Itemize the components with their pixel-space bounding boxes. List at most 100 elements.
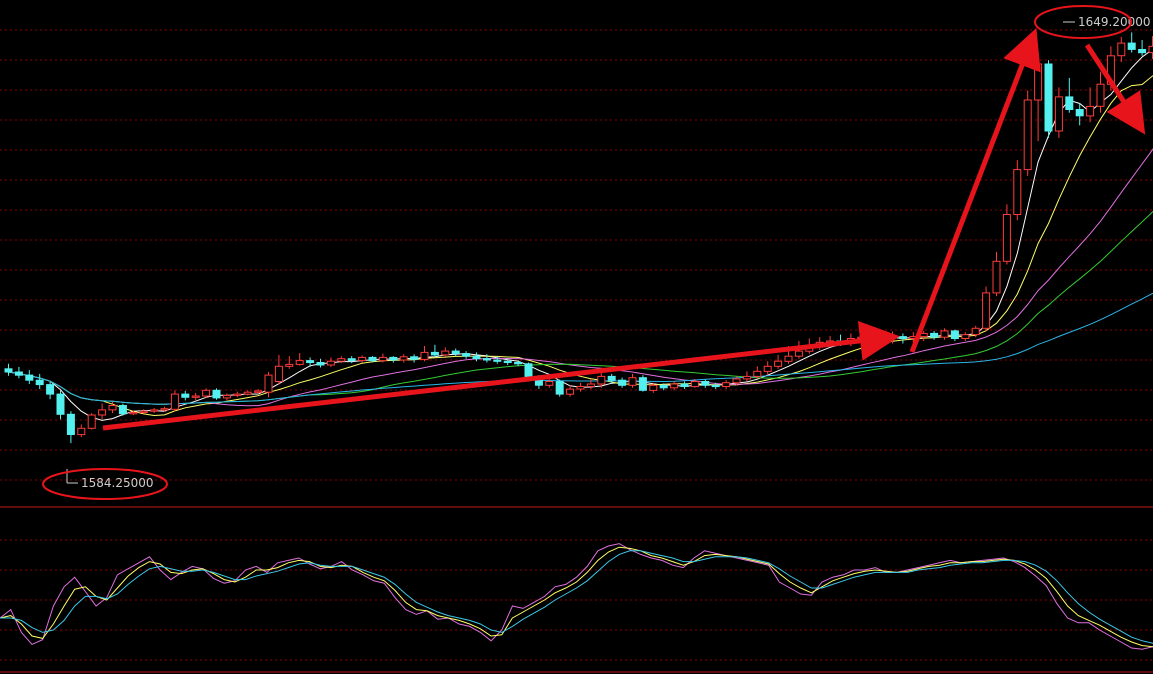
candle-body-up <box>337 358 346 362</box>
candle-body-down <box>701 381 710 386</box>
candle-body-down <box>46 384 55 395</box>
candle-body-up <box>576 386 585 390</box>
candle-body-down <box>493 359 502 362</box>
candle-body-up <box>753 370 762 377</box>
candle-body-up <box>597 375 606 385</box>
candle-body-up <box>139 410 148 414</box>
candle-body-down <box>659 384 668 389</box>
candle-body-down <box>607 375 616 381</box>
high-price-label: 1649.20000 <box>1078 15 1151 29</box>
candle-body-up <box>170 393 179 410</box>
candle <box>87 413 96 430</box>
candle-body-down <box>35 379 44 386</box>
candle-body-down <box>410 356 419 360</box>
candle-body-down <box>555 381 564 395</box>
candle-body-up <box>264 374 273 393</box>
candle-body-up <box>774 360 783 367</box>
candle-body-down <box>680 383 689 387</box>
candle-body-up <box>243 391 252 395</box>
candle-body-up <box>742 375 751 380</box>
candle-body-up <box>732 378 741 384</box>
candle-body-up <box>108 405 117 411</box>
candle-body-up <box>961 334 970 340</box>
candle-body-up <box>326 360 335 366</box>
candle-body-up <box>191 395 200 398</box>
candle <box>1044 60 1053 138</box>
candle-body-down <box>1065 96 1074 111</box>
candle-body-up <box>982 292 991 329</box>
candle-body-down <box>25 374 34 381</box>
candle-body-up <box>1002 214 1011 262</box>
candle-body-up <box>274 365 283 382</box>
low-price-label: 1584.25000 <box>81 476 154 490</box>
candle-body-down <box>711 384 720 388</box>
candle-body-down <box>462 353 471 357</box>
candle <box>638 375 647 392</box>
candle-body-down <box>514 362 523 365</box>
candle-body-up <box>1086 105 1095 117</box>
candle-body-up <box>1054 96 1063 132</box>
candle-body-up <box>940 330 949 338</box>
candle-body-down <box>316 362 325 366</box>
candle-body-down <box>618 379 627 386</box>
candle-body-up <box>690 381 699 388</box>
candle-body-up <box>399 356 408 361</box>
candle-body-down <box>930 332 939 338</box>
candle-body-up <box>420 351 429 360</box>
candle-body-down <box>482 358 491 361</box>
candle-body-up <box>670 383 679 389</box>
candle-body-up <box>1023 99 1032 171</box>
candle-body-up <box>285 363 294 367</box>
candle <box>212 388 221 400</box>
candle-body-down <box>368 356 377 362</box>
candle <box>118 403 127 416</box>
candle-body-down <box>430 351 439 356</box>
candle-body-up <box>129 412 138 415</box>
candle-body-up <box>628 377 637 386</box>
candlestick-chart: 1584.25000 1649.20000 <box>0 0 1153 674</box>
candle-body-up <box>794 350 803 357</box>
candle-body-up <box>992 260 1001 294</box>
candle-body-up <box>1148 45 1153 54</box>
candle-body-up <box>722 382 731 388</box>
candle <box>1013 160 1022 221</box>
candle <box>982 286 991 331</box>
candle-body-down <box>1127 42 1136 50</box>
candle-body-up <box>358 356 367 362</box>
candle-body-down <box>898 336 907 340</box>
candle <box>555 379 564 397</box>
candle-body-down <box>451 350 460 355</box>
candle-body-down <box>14 371 23 376</box>
candle-body-up <box>649 384 658 391</box>
candle-body-up <box>971 327 980 336</box>
candle-body-up <box>233 393 242 396</box>
candle-body-up <box>87 414 96 429</box>
candle-body-up <box>763 365 772 372</box>
candle-body-up <box>1096 83 1105 107</box>
candle-body-up <box>1013 169 1022 216</box>
candle <box>1023 90 1032 176</box>
candle-body-up <box>1117 42 1126 57</box>
candle-body-up <box>378 356 387 362</box>
candle-body-up <box>295 360 304 365</box>
candle-body-up <box>160 408 169 411</box>
candle-body-up <box>888 336 897 339</box>
candle-body-down <box>950 330 959 339</box>
candle-body-up <box>254 390 263 393</box>
candle-body-down <box>1044 63 1053 132</box>
candle-body-down <box>118 405 127 415</box>
candle-body-up <box>77 427 86 436</box>
candle <box>202 388 211 398</box>
candle-body-up <box>545 381 554 386</box>
candle-body-up <box>98 409 107 416</box>
candle-body-down <box>638 377 647 391</box>
candle-body-down <box>181 393 190 398</box>
candle-body-down <box>4 368 13 373</box>
candle-body-down <box>306 360 315 364</box>
candle-body-up <box>566 388 575 395</box>
candle-body-up <box>202 389 211 397</box>
candle-body-down <box>347 358 356 362</box>
candle-body-down <box>389 356 398 361</box>
candle-body-up <box>784 355 793 362</box>
candle-body-down <box>1138 49 1147 54</box>
